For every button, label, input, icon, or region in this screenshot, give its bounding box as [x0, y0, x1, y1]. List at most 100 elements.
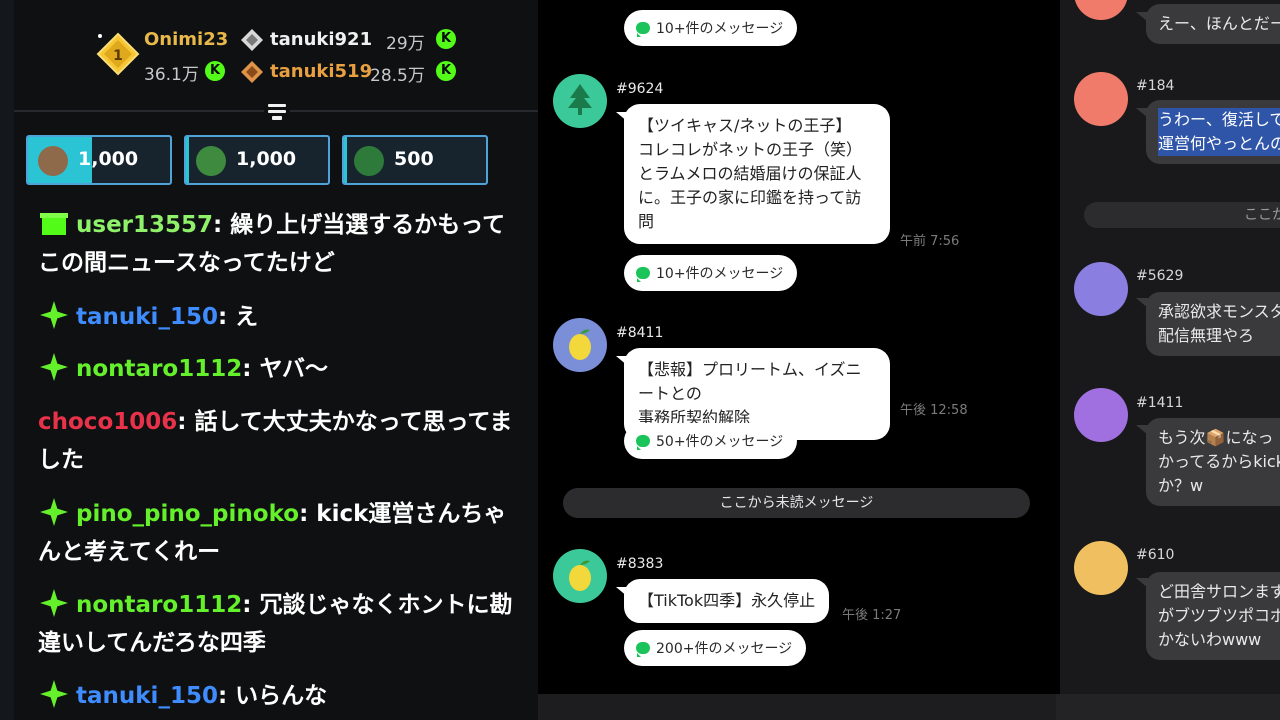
message-line: かないわwww	[1158, 630, 1262, 649]
chat-bubble-icon	[636, 267, 650, 282]
gift-card[interactable]: 1,000	[26, 135, 172, 185]
chat-bubble-icon	[636, 22, 650, 37]
chat-message: nontaro1112: ヤバ〜	[38, 350, 518, 388]
openchat-list-panel: 10+件のメッセージ #9624 【ツイキャス/ネットの王子】 コレコレがネット…	[538, 0, 1056, 720]
sparkle-icon	[38, 498, 70, 526]
avatar[interactable]	[1074, 262, 1128, 316]
chat-area: 1 Onimi23 36.1万 K tanuki921 29万 K tanuki…	[14, 0, 538, 720]
user-id: #1411	[1136, 395, 1184, 411]
leader-3-name[interactable]: tanuki519	[270, 61, 372, 82]
kick-chat-panel: 1 Onimi23 36.1万 K tanuki921 29万 K tanuki…	[0, 0, 538, 720]
avatar[interactable]	[1074, 541, 1128, 595]
user-id: #184	[1136, 78, 1175, 94]
message-count-pill[interactable]: 10+件のメッセージ	[624, 255, 798, 291]
message-line: かってるからkickラ	[1158, 452, 1280, 471]
message-line: 運営何やっとんの	[1158, 132, 1280, 156]
message-time: 午前 7:56	[900, 234, 960, 249]
unread-divider: ここか	[1084, 202, 1280, 228]
message-line: 配信無理やろ	[1158, 326, 1255, 345]
room-id: #9624	[616, 81, 664, 97]
message-line: ど田舎サロンまず	[1158, 582, 1280, 601]
gift-icon	[38, 209, 70, 237]
message-bubble[interactable]: ど田舎サロンまず がブツブツポコポコ かないわwww	[1146, 572, 1280, 660]
room-message-bubble[interactable]: 【ツイキャス/ネットの王子】 コレコレがネットの王子（笑） とラムメロの結婚届け…	[616, 104, 890, 244]
unread-divider: ここから未読メッセージ	[563, 488, 1030, 518]
message-line: がブツブツポコポコ	[1158, 606, 1280, 625]
tree-icon	[568, 84, 592, 115]
collapse-toggle-icon[interactable]	[264, 100, 290, 126]
avatar[interactable]	[1074, 0, 1128, 20]
user-id: #610	[1136, 547, 1175, 563]
message-line: もう次📦になっ	[1158, 428, 1274, 447]
chat-message: choco1006: 話して大丈夫かなって思ってました	[38, 403, 518, 479]
message-bubble[interactable]: えー、ほんとだー	[1146, 4, 1280, 44]
message-line: か？w	[1158, 476, 1204, 495]
room-avatar[interactable]	[553, 74, 607, 128]
message-count-pill[interactable]: 10+件のメッセージ	[624, 10, 798, 46]
message-count-pill[interactable]: 200+件のメッセージ	[624, 630, 807, 666]
sparkle-icon	[38, 301, 70, 329]
message-line: えー、ほんとだー	[1158, 14, 1280, 33]
sparkle-icon	[38, 680, 70, 708]
message-count-pill[interactable]: 50+件のメッセージ	[624, 423, 798, 459]
chat-message: pino_pino_pinoko: kick運営さんちゃんと考えてくれー	[38, 495, 518, 571]
room-id: #8383	[616, 556, 664, 572]
chat-message: tanuki_150: いらんな	[38, 677, 518, 715]
chat-bubble-icon	[636, 642, 650, 657]
chat-username[interactable]: user13557	[76, 212, 213, 238]
chat-message: nontaro1112: 冗談じゃなくホントに勘違いしてんだろな四季	[38, 586, 518, 662]
chat-username[interactable]: tanuki_150	[76, 683, 218, 709]
kick-coin-icon: K	[436, 29, 456, 49]
message-bubble[interactable]: もう次📦になっ かってるからkickラ か？w	[1146, 418, 1280, 506]
message-bubble[interactable]: 承認欲求モンスタ 配信無理やろ	[1146, 292, 1280, 356]
leader-1-amount: 36.1万	[144, 65, 199, 85]
message-line: とラムメロの結婚届けの保証人	[638, 164, 862, 183]
message-input-bar[interactable]	[538, 694, 1056, 720]
kick-coin-icon: K	[205, 61, 225, 81]
chat-text: : え	[217, 304, 259, 330]
gift-leaderboard: 1 Onimi23 36.1万 K tanuki921 29万 K tanuki…	[14, 26, 538, 96]
chat-username[interactable]: choco1006	[38, 409, 177, 435]
room-avatar[interactable]	[553, 318, 607, 372]
lemon-icon	[569, 329, 591, 360]
gift-card[interactable]: 1,000	[184, 135, 330, 185]
chat-username[interactable]: tanuki_150	[76, 304, 218, 330]
message-line: 承認欲求モンスタ	[1158, 302, 1280, 321]
room-id: #8411	[616, 325, 664, 341]
gift-progress-fill	[186, 137, 189, 183]
kick-coin-icon: K	[436, 61, 456, 81]
message-count-label: 200+件のメッセージ	[656, 641, 793, 657]
message-line: に。王子の家に印鑑を持って訪	[638, 188, 862, 207]
message-count-label: 50+件のメッセージ	[656, 434, 784, 450]
sparkle-icon	[38, 589, 70, 617]
chat-username[interactable]: pino_pino_pinoko	[76, 501, 299, 527]
leader-2-name[interactable]: tanuki921	[270, 29, 372, 50]
chat-text: : いらんな	[217, 683, 328, 709]
avatar	[354, 146, 384, 176]
silver-diamond-rank-icon	[241, 29, 263, 51]
avatar[interactable]	[1074, 72, 1128, 126]
avatar	[38, 146, 68, 176]
avatar[interactable]	[1074, 388, 1128, 442]
gift-value: 1,000	[236, 148, 297, 170]
gold-diamond-rank-icon: 1	[96, 32, 140, 76]
message-bubble[interactable]: うわー、復活してる 運営何やっとんの	[1146, 100, 1280, 164]
chat-username[interactable]: nontaro1112	[76, 356, 242, 382]
gift-progress-fill	[344, 137, 347, 183]
message-line: 問	[638, 212, 655, 231]
gift-card[interactable]: 500	[342, 135, 488, 185]
message-count-label: 10+件のメッセージ	[656, 21, 784, 37]
message-input-bar[interactable]	[1056, 694, 1280, 720]
room-avatar[interactable]	[553, 549, 607, 603]
chat-text: : ヤバ〜	[242, 356, 328, 382]
chat-username[interactable]: nontaro1112	[76, 592, 242, 618]
panel-edge	[0, 0, 14, 720]
user-id: #5629	[1136, 268, 1184, 284]
leader-1-name[interactable]: Onimi23	[144, 29, 228, 50]
message-line: 【TikTok四季】永久停止	[638, 591, 816, 610]
openchat-room-panel: えー、ほんとだー #184 うわー、復活してる 運営何やっとんの ここか #56…	[1056, 0, 1280, 720]
message-time: 午後 1:27	[842, 608, 902, 623]
message-line: 【悲報】プロリートム、イズニートとの	[638, 360, 862, 403]
room-message-bubble[interactable]: 【TikTok四季】永久停止	[615, 579, 830, 623]
lemon-icon	[569, 560, 591, 591]
